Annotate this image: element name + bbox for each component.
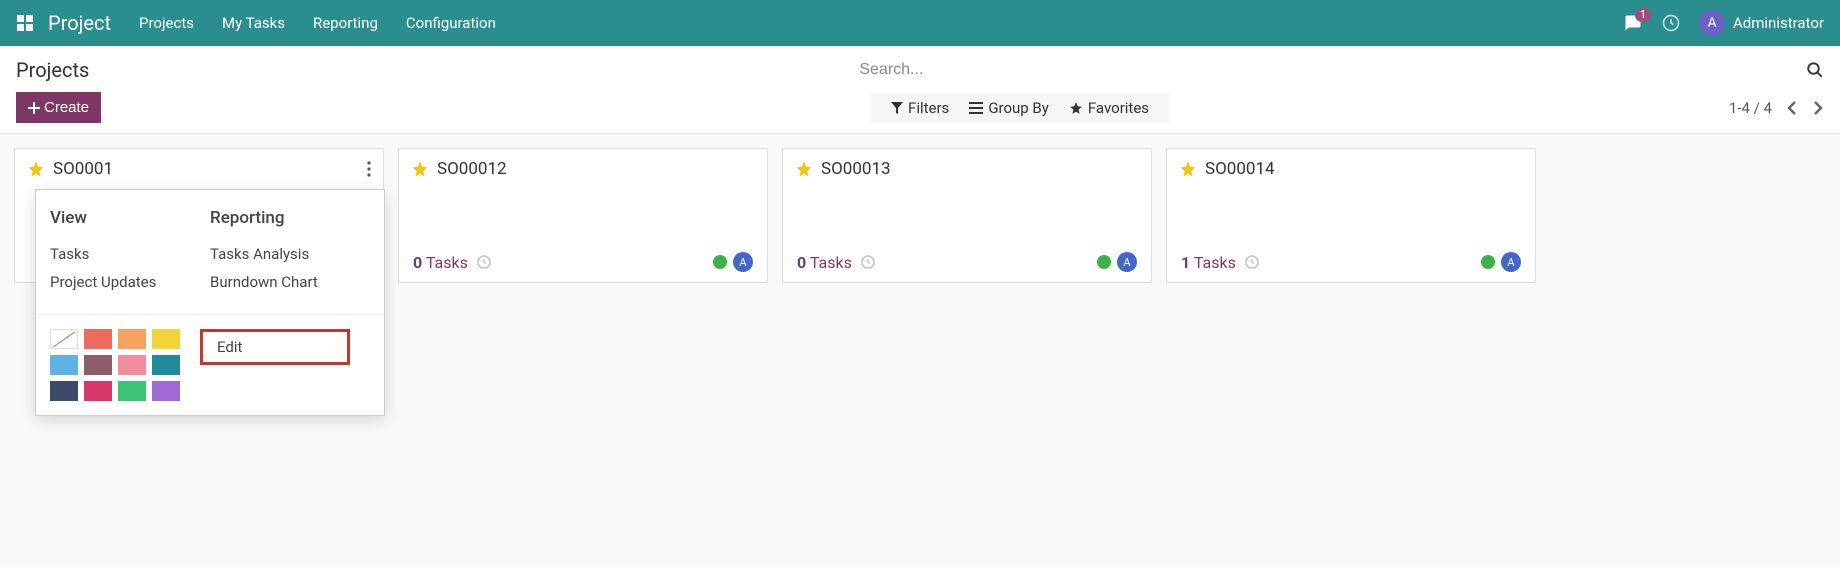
dropdown-item[interactable]: Tasks Analysis: [210, 240, 370, 268]
nav-link-reporting[interactable]: Reporting: [313, 14, 378, 32]
pager-prev[interactable]: [1786, 100, 1798, 116]
color-swatch[interactable]: [84, 355, 112, 375]
user-menu[interactable]: A Administrator: [1699, 10, 1824, 36]
nav-link-mytasks[interactable]: My Tasks: [222, 14, 285, 32]
project-name: SO0001: [53, 159, 113, 179]
assignee-avatar[interactable]: A: [1117, 252, 1137, 272]
favorites-button[interactable]: Favorites: [1059, 99, 1159, 117]
navbar: Project Projects My Tasks Reporting Conf…: [0, 0, 1840, 46]
project-card[interactable]: SO00012 0 Tasks A: [398, 148, 768, 283]
search-icon[interactable]: [1806, 61, 1824, 79]
pager-next[interactable]: [1812, 100, 1824, 116]
app-brand[interactable]: Project: [48, 11, 111, 35]
star-icon[interactable]: [27, 160, 45, 178]
star-icon[interactable]: [411, 160, 429, 178]
search-input[interactable]: [859, 61, 1806, 79]
color-swatch[interactable]: [50, 329, 78, 349]
tasks-link[interactable]: 1 Tasks: [1181, 253, 1236, 272]
username-label: Administrator: [1733, 14, 1824, 32]
dropdown-reporting-heading: Reporting: [210, 208, 370, 228]
assignee-avatar[interactable]: A: [1501, 252, 1521, 272]
project-card[interactable]: SO00014 1 Tasks A: [1166, 148, 1536, 283]
clock-icon[interactable]: [1244, 254, 1260, 270]
tasks-link[interactable]: 0 Tasks: [413, 253, 468, 272]
status-dot[interactable]: [713, 255, 727, 269]
project-card[interactable]: SO0001ViewTasksProject UpdatesReportingT…: [14, 148, 384, 283]
create-button-label: Create: [44, 99, 89, 116]
pager-text: 1-4 / 4: [1729, 99, 1772, 117]
filters-label: Filters: [908, 99, 949, 117]
project-card[interactable]: SO00013 0 Tasks A: [782, 148, 1152, 283]
color-swatch[interactable]: [50, 355, 78, 375]
project-name: SO00014: [1205, 159, 1275, 179]
filters-button[interactable]: Filters: [881, 99, 959, 117]
dropdown-item[interactable]: Tasks: [50, 240, 210, 268]
project-name: SO00013: [821, 159, 891, 179]
status-dot[interactable]: [1097, 255, 1111, 269]
apps-icon[interactable]: [16, 14, 34, 32]
dropdown-item[interactable]: Project Updates: [50, 268, 210, 296]
list-icon: [969, 102, 983, 114]
nav-link-projects[interactable]: Projects: [139, 14, 194, 32]
groupby-label: Group By: [988, 99, 1049, 117]
activity-clock-icon[interactable]: [1661, 13, 1681, 33]
search-tools: Filters Group By Favorites: [871, 93, 1169, 123]
pager: 1-4 / 4: [1729, 99, 1824, 117]
color-swatch[interactable]: [50, 381, 78, 401]
clock-icon[interactable]: [860, 254, 876, 270]
card-menu-icon[interactable]: [367, 161, 371, 177]
project-name: SO00012: [437, 159, 507, 179]
nav-link-configuration[interactable]: Configuration: [406, 14, 496, 32]
plus-icon: [28, 102, 40, 114]
avatar: A: [1699, 10, 1725, 36]
color-swatch[interactable]: [84, 329, 112, 349]
edit-button[interactable]: Edit: [200, 329, 350, 365]
status-dot[interactable]: [1481, 255, 1495, 269]
control-panel: Projects Create Filters Group By Favorit: [0, 46, 1840, 134]
star-icon[interactable]: [795, 160, 813, 178]
color-swatch[interactable]: [152, 355, 180, 375]
star-icon: [1069, 101, 1083, 115]
color-swatch[interactable]: [152, 329, 180, 349]
star-icon[interactable]: [1179, 160, 1197, 178]
filter-icon: [891, 102, 903, 114]
messages-icon[interactable]: 1: [1623, 14, 1643, 32]
page-title: Projects: [16, 58, 89, 82]
color-swatch[interactable]: [152, 381, 180, 401]
dropdown-item[interactable]: Burndown Chart: [210, 268, 370, 296]
create-button[interactable]: Create: [16, 92, 101, 123]
color-swatch[interactable]: [118, 329, 146, 349]
card-dropdown: View TasksProject Updates Reporting Tasks A…: [35, 189, 385, 416]
messages-badge: 1: [1635, 8, 1651, 22]
tasks-link[interactable]: 0 Tasks: [797, 253, 852, 272]
kanban-view: SO0001 View TasksProject Updates Reporting T…: [0, 134, 1840, 297]
color-swatch[interactable]: [118, 355, 146, 375]
dropdown-view-heading: View: [50, 208, 210, 228]
color-swatch[interactable]: [84, 381, 112, 401]
assignee-avatar[interactable]: A: [733, 252, 753, 272]
favorites-label: Favorites: [1088, 99, 1149, 117]
clock-icon[interactable]: [476, 254, 492, 270]
color-swatch[interactable]: [118, 381, 146, 401]
groupby-button[interactable]: Group By: [959, 99, 1059, 117]
